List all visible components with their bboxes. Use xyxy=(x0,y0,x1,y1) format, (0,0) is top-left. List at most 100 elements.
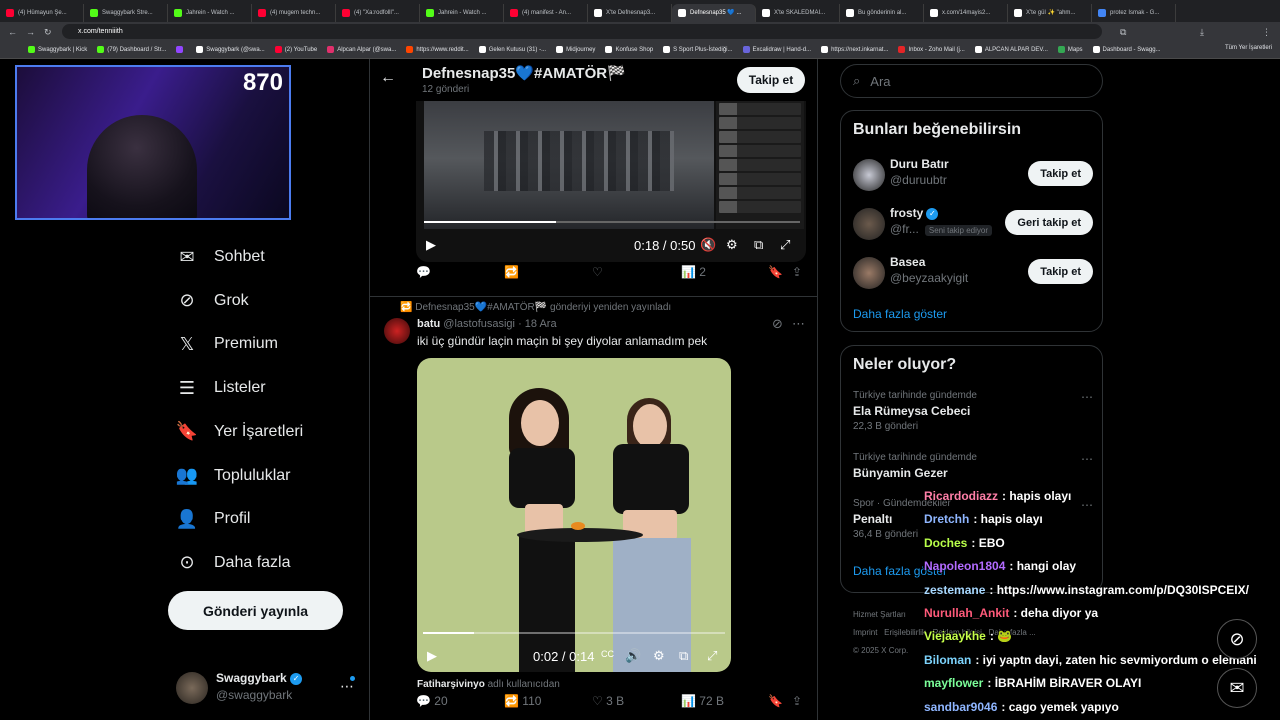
pip-icon[interactable]: ⧉ xyxy=(754,237,763,253)
bookmark-item[interactable]: (79) Dashboard / Str... xyxy=(97,46,166,53)
bookmark-item[interactable]: https://next.inkarnat... xyxy=(821,46,888,53)
avatar[interactable] xyxy=(853,208,885,240)
trend-item[interactable]: Türkiye tarihinde gündemde Bünyamin Gezer… xyxy=(853,452,1093,483)
play-icon[interactable]: ▶ xyxy=(426,237,436,253)
follow-button[interactable]: Takip et xyxy=(737,67,805,93)
nav-item-listeler[interactable]: ☰ Listeler xyxy=(176,377,266,399)
mute-icon[interactable]: 🔇 xyxy=(700,237,716,253)
address-bar[interactable]: x.com/tenniiith xyxy=(62,24,1102,39)
repost-button[interactable]: 🔁 110 xyxy=(504,694,541,708)
video-player[interactable]: ▶ 0:02 / 0:14 CC 🔊 ⚙ ⧉ ⤢ xyxy=(417,358,731,672)
browser-tab[interactable]: (4) manifest - An... xyxy=(504,3,588,22)
bookmark-item[interactable]: Konfuse Shop xyxy=(605,46,653,53)
views-button[interactable]: 📊 72 B xyxy=(681,694,724,708)
fullscreen-icon[interactable]: ⤢ xyxy=(707,648,717,664)
account-switcher[interactable]: Swaggybark ✓ @swaggybark ⋯ xyxy=(176,670,356,706)
reply-icon[interactable]: 💬 xyxy=(416,265,431,279)
browser-tab[interactable]: protez Ismak - G... xyxy=(1092,3,1176,22)
bookmark-item[interactable]: Swaggybark | Kick xyxy=(28,46,87,53)
all-bookmarks[interactable]: Tüm Yer İşaretleri xyxy=(1225,45,1272,51)
share-icon[interactable]: ⇪ xyxy=(792,694,802,708)
browser-tab[interactable]: X'te Defnesnap3... xyxy=(588,3,672,22)
avatar[interactable] xyxy=(853,257,885,289)
browser-tab[interactable]: (4) mugem techn... xyxy=(252,3,336,22)
follow-button[interactable]: Takip et xyxy=(1028,161,1093,186)
bookmark-item[interactable]: Maps xyxy=(1057,46,1083,53)
more-icon[interactable]: ⋯ xyxy=(792,316,805,332)
nav-item-sohbet[interactable]: ✉ Sohbet xyxy=(176,246,264,268)
more-icon[interactable]: ⋯ xyxy=(1081,498,1093,512)
browser-tab[interactable]: (4) "Xa:rodfolll"... xyxy=(336,3,420,22)
bookmark-item[interactable] xyxy=(176,46,186,53)
nav-item-daha-fazla[interactable]: ⊙ Daha fazla xyxy=(176,552,290,574)
bookmark-item[interactable]: https://www.reddit... xyxy=(406,46,469,53)
suggested-user[interactable]: frosty ✓ @fr... Seni takip ediyor Geri takip… xyxy=(853,204,1093,244)
nav-item-profil[interactable]: 👤 Profil xyxy=(176,508,251,530)
browser-tab[interactable]: Defnesnap35 💙 ... xyxy=(672,3,756,22)
show-more-link[interactable]: Daha fazla göster xyxy=(853,307,947,321)
nav-item-grok[interactable]: ⊘ Grok xyxy=(176,290,248,312)
like-icon[interactable]: ♡ xyxy=(592,265,603,279)
tagged-user[interactable]: Fatiharşivinyo adlı kullanıcıdan xyxy=(417,679,560,690)
bookmark-icon[interactable]: 🔖 xyxy=(768,265,783,279)
bookmark-item[interactable]: Inbox - Zoho Mail (j... xyxy=(898,46,965,53)
trend-item[interactable]: Türkiye tarihinde gündemde Ela Rümeysa Ce… xyxy=(853,390,1093,432)
bookmark-item[interactable]: S Sport Plus-İstediği... xyxy=(663,46,733,53)
footer-link[interactable]: Imprint xyxy=(853,628,877,637)
follow-button[interactable]: Geri takip et xyxy=(1005,210,1093,235)
browser-tab[interactable]: x.com/14mayis2... xyxy=(924,3,1008,22)
forward-icon[interactable]: → xyxy=(26,27,35,37)
captions-icon[interactable]: CC xyxy=(601,649,614,659)
repost-icon[interactable]: 🔁 xyxy=(504,265,519,279)
browser-tab[interactable]: Jahrein - Watch ... xyxy=(168,3,252,22)
nav-item-topluluklar[interactable]: 👥 Topluluklar xyxy=(176,465,291,487)
grok-fab-icon[interactable]: ⊘ xyxy=(1217,619,1257,659)
post-author[interactable]: batu @lastofusasigi · 18 Ara xyxy=(417,318,557,330)
browser-tab[interactable]: Swaggybark Stre... xyxy=(84,3,168,22)
share-icon[interactable]: ⇪ xyxy=(792,265,802,279)
fullscreen-icon[interactable]: ⤢ xyxy=(780,237,790,253)
download-icon[interactable]: ⤓ xyxy=(1200,27,1204,38)
reply-button[interactable]: 💬 20 xyxy=(416,694,448,708)
views-icon[interactable]: 📊 2 xyxy=(681,265,706,279)
bookmark-item[interactable]: Gelen Kutusu (31) -... xyxy=(478,46,546,53)
play-icon[interactable]: ▶ xyxy=(427,648,437,664)
bookmark-item[interactable]: Excalidraw | Hand-d... xyxy=(742,46,811,53)
bookmark-item[interactable]: (2) YouTube xyxy=(274,46,317,53)
browser-tab[interactable]: Jahrein - Watch ... xyxy=(420,3,504,22)
nav-item-premium[interactable]: 𝕏 Premium xyxy=(176,333,278,355)
more-icon[interactable]: ⋯ xyxy=(1081,390,1093,404)
video-player[interactable]: ▶ 0:18 / 0:50 🔇 ⚙ ⧉ ⤢ xyxy=(416,101,806,262)
bookmark-icon[interactable]: 🔖 xyxy=(768,694,783,708)
reload-icon[interactable]: ↻ xyxy=(44,27,52,38)
settings-icon[interactable]: ⚙ xyxy=(726,237,738,253)
bookmark-item[interactable]: Alpcan Alpar (@swa... xyxy=(327,46,396,53)
like-button[interactable]: ♡ 3 B xyxy=(592,694,624,708)
follow-button[interactable]: Takip et xyxy=(1028,259,1093,284)
back-arrow-icon[interactable]: ← xyxy=(380,69,396,87)
settings-icon[interactable]: ⚙ xyxy=(653,648,665,664)
bookmark-item[interactable]: Dashboard - Swagg... xyxy=(1092,46,1161,53)
avatar[interactable] xyxy=(384,318,410,344)
messages-fab-icon[interactable]: ✉ xyxy=(1217,668,1257,708)
browser-tab[interactable]: Bu gönderinin al... xyxy=(840,3,924,22)
menu-icon[interactable]: ⋮ xyxy=(1262,27,1271,38)
footer-link[interactable]: Hizmet Şartları xyxy=(853,610,906,619)
browser-tab[interactable]: (4) Hümayun Şe... xyxy=(0,3,84,22)
search-input[interactable]: ⌕ Ara xyxy=(840,64,1103,98)
grok-icon[interactable]: ⊘ xyxy=(772,316,783,332)
more-icon[interactable]: ⋯ xyxy=(1081,452,1093,466)
back-icon[interactable]: ← xyxy=(8,27,17,37)
extensions-icon[interactable]: ⧉ xyxy=(1120,27,1126,38)
suggested-user[interactable]: Basea @beyzaakyigit Takip et xyxy=(853,253,1093,293)
bookmark-item[interactable]: Midjourney xyxy=(556,46,595,53)
bookmark-item[interactable]: ALPCAN ALPAR DEV... xyxy=(974,46,1048,53)
footer-link[interactable]: Erişilebilirlik xyxy=(884,628,926,637)
suggested-user[interactable]: Duru Batır @duruubtr Takip et xyxy=(853,155,1093,195)
volume-icon[interactable]: 🔊 xyxy=(625,648,641,664)
bookmark-item[interactable]: Swaggybark (@swa... xyxy=(196,46,265,53)
nav-item-yer-i̇şaretleri[interactable]: 🔖 Yer İşaretleri xyxy=(176,421,303,443)
browser-tab[interactable]: X'te gül ✨ "ahm... xyxy=(1008,3,1092,22)
avatar[interactable] xyxy=(853,159,885,191)
pip-icon[interactable]: ⧉ xyxy=(679,648,688,664)
